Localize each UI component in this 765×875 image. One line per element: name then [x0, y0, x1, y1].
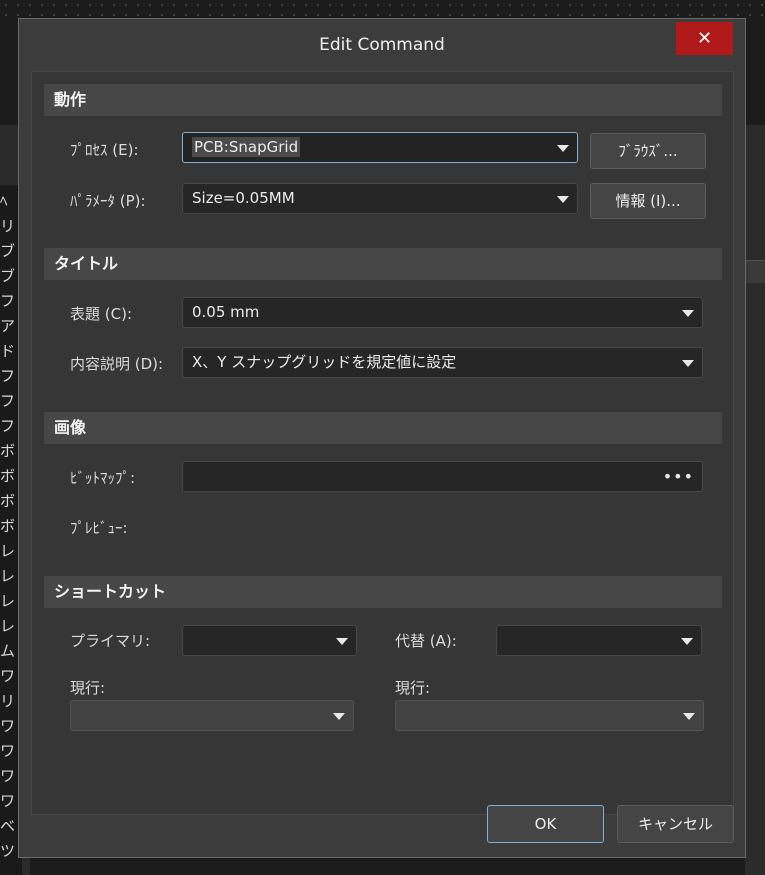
current-label-right: 現行: — [395, 679, 431, 697]
chevron-down-icon — [682, 310, 694, 317]
edit-command-dialog: Edit Command ✕ 動作 ﾌﾟﾛｾｽ (E): PCB:SnapGri… — [18, 18, 746, 858]
chevron-down-icon — [683, 713, 695, 720]
close-button[interactable]: ✕ — [676, 22, 733, 55]
description-combobox[interactable]: X、Y スナップグリッドを規定値に設定 — [182, 347, 703, 378]
section-header-image: 画像 — [44, 412, 722, 444]
bitmap-field[interactable]: ••• — [182, 461, 703, 492]
chevron-down-icon — [336, 638, 348, 645]
cancel-button[interactable]: キャンセル — [617, 805, 734, 843]
section-header-action: 動作 — [44, 84, 722, 116]
title-bar: Edit Command ✕ — [19, 19, 745, 69]
background-cell — [745, 260, 765, 283]
description-label: 内容説明 (D): — [70, 355, 164, 373]
browse-button[interactable]: ﾌﾞﾗｳｽﾞ... — [590, 133, 706, 169]
alternate-label: 代替 (A): — [395, 632, 457, 650]
background-panel-right — [745, 125, 765, 875]
section-header-title: タイトル — [44, 248, 722, 280]
parameter-value: Size=0.05MM — [192, 189, 295, 207]
dialog-title: Edit Command — [319, 35, 445, 55]
current-shortcut-right[interactable] — [395, 700, 704, 731]
chevron-down-icon — [557, 145, 569, 152]
caption-value: 0.05 mm — [192, 303, 260, 321]
chevron-down-icon — [681, 638, 693, 645]
process-value: PCB:SnapGrid — [192, 137, 301, 157]
current-shortcut-left[interactable] — [70, 700, 354, 731]
preview-label: ﾌﾟﾚﾋﾞｭｰ: — [70, 519, 128, 537]
chevron-down-icon — [557, 196, 569, 203]
chevron-down-icon — [333, 713, 345, 720]
chevron-down-icon — [682, 360, 694, 367]
caption-label: 表題 (C): — [70, 305, 132, 323]
close-icon: ✕ — [696, 28, 713, 49]
dialog-content: 動作 ﾌﾟﾛｾｽ (E): PCB:SnapGrid ﾌﾞﾗｳｽﾞ... ﾊﾟﾗ… — [31, 71, 734, 815]
section-header-shortcut: ショートカット — [44, 576, 722, 608]
current-label-left: 現行: — [70, 679, 106, 697]
caption-combobox[interactable]: 0.05 mm — [182, 297, 703, 328]
alternate-combobox[interactable] — [496, 625, 702, 656]
description-value: X、Y スナップグリッドを規定値に設定 — [192, 353, 457, 371]
bitmap-label: ﾋﾞｯﾄﾏｯﾌﾟ: — [70, 469, 136, 487]
canvas-grid — [0, 0, 765, 20]
parameter-combobox[interactable]: Size=0.05MM — [182, 183, 578, 214]
process-label: ﾌﾟﾛｾｽ (E): — [70, 141, 139, 159]
info-button[interactable]: 情報 (I)... — [590, 183, 706, 219]
parameter-label: ﾊﾟﾗﾒｰﾀ (P): — [70, 192, 146, 210]
process-combobox[interactable]: PCB:SnapGrid — [182, 132, 578, 163]
ok-button[interactable]: OK — [487, 805, 604, 843]
primary-label: プライマリ: — [70, 632, 151, 650]
more-icon[interactable]: ••• — [663, 462, 694, 491]
primary-combobox[interactable] — [182, 625, 357, 656]
